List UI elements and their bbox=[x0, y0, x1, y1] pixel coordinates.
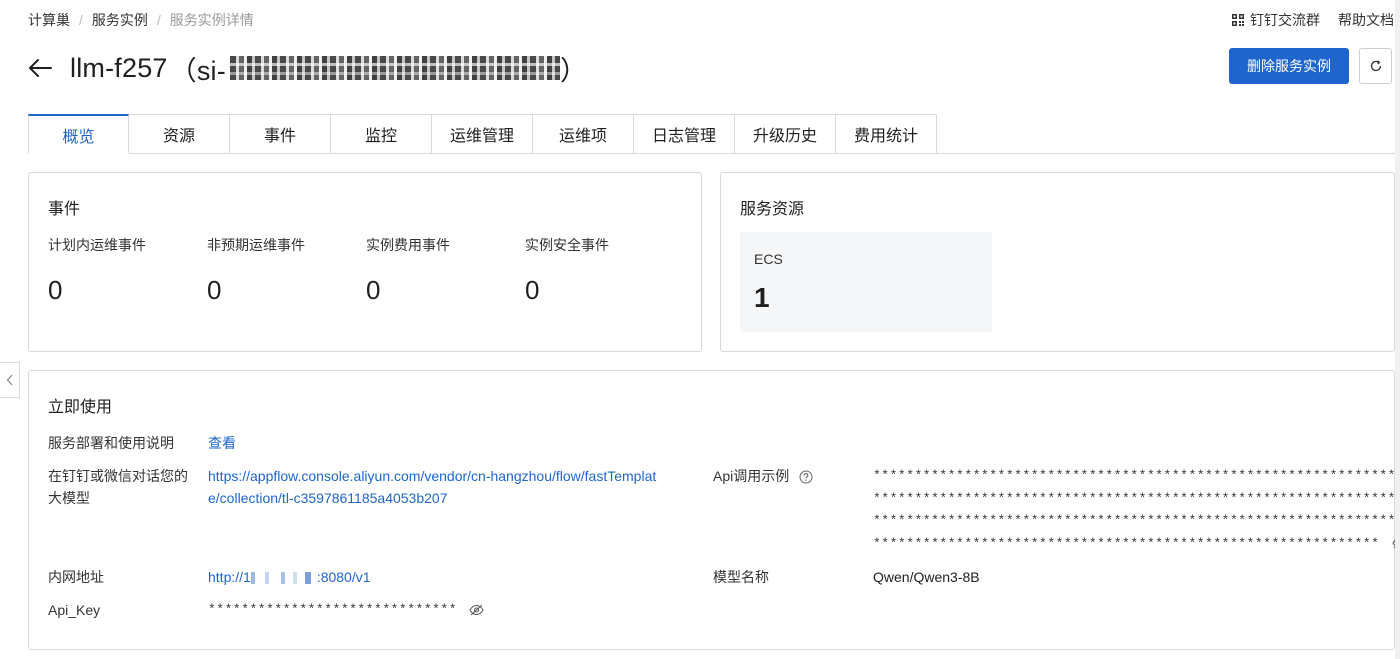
stat-value: 0 bbox=[525, 275, 540, 305]
api-key-label: Api_Key bbox=[48, 602, 101, 618]
stat-label: 实例安全事件 bbox=[525, 237, 609, 253]
top-right-links: 钉钉交流群 帮助文档 bbox=[1232, 10, 1394, 30]
ip-redacted bbox=[250, 572, 317, 585]
dingtalk-group-link[interactable]: 钉钉交流群 bbox=[1232, 10, 1320, 30]
internal-address-prefix: http://1 bbox=[208, 569, 251, 585]
help-docs-link[interactable]: 帮助文档 bbox=[1338, 10, 1394, 30]
tab-overview[interactable]: 概览 bbox=[28, 114, 129, 154]
instance-id-suffix: ） bbox=[559, 55, 588, 86]
refresh-button[interactable] bbox=[1359, 48, 1392, 84]
stat-planned-ops: 计划内运维事件 0 bbox=[48, 235, 146, 306]
tab-events[interactable]: 事件 bbox=[230, 114, 331, 154]
chat-url-line2: e/collection/tl-c3597861185a4053b207 bbox=[208, 490, 448, 506]
tab-monitoring[interactable]: 监控 bbox=[331, 114, 432, 154]
internal-address-label: 内网地址 bbox=[48, 569, 104, 585]
api-example-line: ****************************************… bbox=[873, 535, 1380, 551]
ecs-count: 1 bbox=[754, 282, 770, 313]
tab-operations[interactable]: 运维管理 bbox=[432, 114, 533, 154]
stat-label: 计划内运维事件 bbox=[48, 237, 146, 253]
usage-card-title: 立即使用 bbox=[48, 399, 113, 416]
page-title: llm-f257 （si- ） bbox=[70, 49, 587, 88]
stat-billing-events: 实例费用事件 0 bbox=[366, 235, 450, 306]
breadcrumb-separator: / bbox=[156, 12, 161, 28]
breadcrumb-compute-nest[interactable]: 计算巢 bbox=[28, 10, 70, 30]
internal-address-link[interactable]: http://1 :8080/v1 bbox=[208, 566, 371, 588]
chat-label-line2: 大模型 bbox=[48, 490, 90, 506]
tab-billing[interactable]: 费用统计 bbox=[836, 114, 937, 154]
chat-label: 在钉钉或微信对话您的 大模型 bbox=[48, 465, 188, 509]
stat-value: 0 bbox=[207, 275, 222, 305]
events-card-title: 事件 bbox=[48, 201, 81, 218]
chat-label-line1: 在钉钉或微信对话您的 bbox=[48, 468, 188, 484]
stat-value: 0 bbox=[48, 275, 63, 305]
api-key-value: ****************************** bbox=[208, 602, 458, 617]
instance-id-redacted bbox=[229, 56, 560, 80]
deploy-doc-link[interactable]: 查看 bbox=[208, 432, 236, 454]
delete-instance-button[interactable]: 删除服务实例 bbox=[1229, 48, 1349, 84]
qrcode-icon bbox=[1232, 14, 1244, 26]
breadcrumb-current: 服务实例详情 bbox=[169, 12, 254, 28]
dingtalk-group-label: 钉钉交流群 bbox=[1250, 12, 1320, 28]
ecs-label: ECS bbox=[754, 251, 783, 267]
sidebar-expand-toggle[interactable] bbox=[0, 362, 20, 398]
tab-ops-items[interactable]: 运维项 bbox=[533, 114, 634, 154]
back-arrow-icon[interactable] bbox=[28, 55, 54, 81]
instance-name: llm-f257 bbox=[70, 52, 168, 83]
page-header: llm-f257 （si- ） bbox=[28, 46, 587, 90]
resources-card-title: 服务资源 bbox=[740, 201, 805, 218]
api-example-label: Api调用示例 bbox=[713, 468, 790, 484]
question-circle-icon[interactable] bbox=[799, 470, 813, 484]
refresh-icon bbox=[1370, 60, 1381, 72]
model-name-label: 模型名称 bbox=[713, 569, 769, 585]
api-key-value-row: ****************************** bbox=[208, 599, 484, 621]
instance-id-prefix: （si- bbox=[169, 55, 226, 86]
api-example-label-row: Api调用示例 bbox=[713, 465, 813, 487]
breadcrumb-service-instances[interactable]: 服务实例 bbox=[92, 10, 148, 30]
model-name-value: Qwen/Qwen3-8B bbox=[873, 569, 980, 585]
breadcrumb-separator: / bbox=[79, 12, 83, 28]
stat-security-events: 实例安全事件 0 bbox=[525, 235, 609, 306]
breadcrumb: 计算巢 / 服务实例 / 服务实例详情 bbox=[28, 10, 254, 30]
deploy-doc-label: 服务部署和使用说明 bbox=[48, 435, 174, 451]
ecs-resource-tile[interactable]: ECS 1 bbox=[740, 232, 992, 332]
top-bar: 计算巢 / 服务实例 / 服务实例详情 钉钉交流群 帮助文档 bbox=[0, 0, 1400, 38]
tab-logs[interactable]: 日志管理 bbox=[634, 114, 735, 154]
api-example-line: ****************************************… bbox=[873, 490, 1400, 506]
chevron-left-icon bbox=[6, 374, 12, 386]
eye-hidden-icon[interactable] bbox=[469, 604, 484, 616]
tab-bar: 概览 资源 事件 监控 运维管理 运维项 日志管理 升级历史 费用统计 bbox=[28, 114, 1395, 154]
tab-resources[interactable]: 资源 bbox=[129, 114, 230, 154]
stat-value: 0 bbox=[366, 275, 381, 305]
events-card: 事件 计划内运维事件 0 非预期运维事件 0 实例费用事件 0 实例安全事件 0 bbox=[28, 172, 702, 352]
api-example-value: ****************************************… bbox=[873, 465, 1400, 555]
api-example-line: ****************************************… bbox=[873, 468, 1400, 483]
api-example-last-line: ****************************************… bbox=[873, 533, 1400, 556]
stat-label: 非预期运维事件 bbox=[207, 237, 305, 253]
internal-address-suffix: :8080/v1 bbox=[316, 569, 371, 585]
api-example-line: ****************************************… bbox=[873, 513, 1400, 528]
chat-url-line1: https://appflow.console.aliyun.com/vendo… bbox=[208, 468, 657, 484]
stat-unplanned-ops: 非预期运维事件 0 bbox=[207, 235, 305, 306]
tab-upgrade-history[interactable]: 升级历史 bbox=[735, 114, 836, 154]
right-scroll-edge bbox=[1395, 0, 1400, 659]
usage-card: 立即使用 服务部署和使用说明 查看 在钉钉或微信对话您的 大模型 https:/… bbox=[28, 370, 1400, 650]
chat-url-link[interactable]: https://appflow.console.aliyun.com/vendo… bbox=[208, 465, 656, 509]
stat-label: 实例费用事件 bbox=[366, 237, 450, 253]
resources-card: 服务资源 ECS 1 bbox=[720, 172, 1395, 352]
